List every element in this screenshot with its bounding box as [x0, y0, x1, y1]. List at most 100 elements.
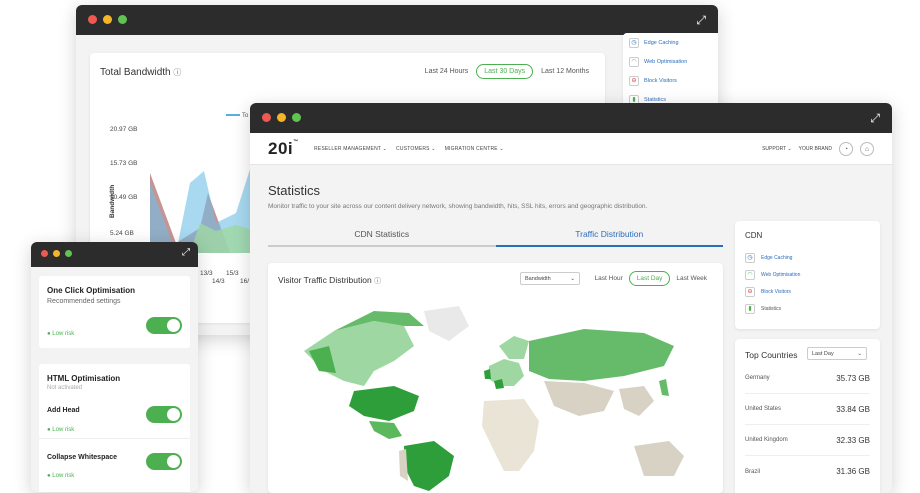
- country-row: Germany 35.73 GB: [745, 363, 870, 394]
- range-last-week[interactable]: Last Week: [676, 275, 707, 282]
- cdn-list: ◷ Edge Caching ◠ Web Optimisation ⊖ Block V…: [745, 249, 800, 317]
- html-opt-title: HTML Optimisation: [47, 374, 121, 383]
- side-item-edge-caching[interactable]: ◷ Edge Caching: [623, 33, 718, 52]
- country-row: Brazil 31.36 GB: [745, 467, 870, 476]
- nav-menu: RESELLER MANAGEMENT ⌄ CUSTOMERS ⌄ MIGRAT…: [314, 146, 504, 152]
- side-item-web-optimisation[interactable]: ◠ Web Optimisation: [623, 52, 718, 71]
- maximize-dot[interactable]: [292, 113, 301, 122]
- window-titlebar: ⤢: [76, 5, 718, 35]
- gauge-icon: ◠: [745, 269, 755, 280]
- minimize-dot[interactable]: [103, 15, 112, 24]
- maximize-dot[interactable]: [118, 15, 127, 24]
- brand-logo[interactable]: 20i™: [268, 139, 299, 159]
- risk-label: Low risk: [52, 427, 75, 433]
- region-australia[interactable]: [634, 441, 684, 476]
- one-click-title: One Click Optimisation: [47, 286, 136, 295]
- add-head-toggle[interactable]: [146, 406, 182, 423]
- chevron-down-icon: ⌄: [570, 276, 575, 282]
- cdn-item-block-visitors[interactable]: ⊖ Block Visitors: [745, 283, 800, 300]
- legend-label: To: [242, 113, 249, 119]
- top-nav: 20i™ RESELLER MANAGEMENT ⌄ CUSTOMERS ⌄ M…: [250, 133, 892, 165]
- region-central-asia[interactable]: [544, 381, 614, 416]
- block-icon: ⊖: [745, 286, 755, 297]
- one-click-card: One Click Optimisation Recommended setti…: [39, 276, 190, 348]
- side-item-block-visitors[interactable]: ⊖ Block Visitors: [623, 71, 718, 90]
- region-russia[interactable]: [529, 329, 674, 381]
- country-row: United States 33.84 GB: [745, 394, 870, 425]
- nav-reseller-management[interactable]: RESELLER MANAGEMENT ⌄: [314, 146, 387, 152]
- y-tick: 15.73 GB: [110, 160, 137, 167]
- add-head-label: Add Head: [47, 407, 80, 414]
- y-tick: 20.97 GB: [110, 126, 137, 133]
- one-click-subtitle: Recommended settings: [47, 298, 121, 305]
- metric-select[interactable]: Bandwidth ⌄: [520, 272, 580, 285]
- region-japan[interactable]: [659, 379, 669, 396]
- block-icon: ⊖: [629, 75, 639, 86]
- region-china[interactable]: [619, 386, 654, 416]
- region-greenland[interactable]: [424, 306, 469, 341]
- close-dot[interactable]: [88, 15, 97, 24]
- help-icon[interactable]: ⓘ: [374, 278, 381, 285]
- viz-title: Visitor Traffic Distribution: [278, 275, 372, 285]
- optimisation-window: ⤢ One Click Optimisation Recommended set…: [31, 242, 198, 492]
- user-icon[interactable]: ◔: [839, 142, 853, 156]
- nav-migration-centre[interactable]: MIGRATION CENTRE ⌄: [445, 146, 504, 152]
- region-united-kingdom[interactable]: [484, 369, 491, 379]
- close-dot[interactable]: [262, 113, 271, 122]
- basket-icon[interactable]: ⌂: [860, 142, 874, 156]
- range-last-hour[interactable]: Last Hour: [595, 275, 623, 282]
- top-countries-card: Top Countries Last Day ⌄ Germany 35.73 GB…: [735, 339, 880, 493]
- y-tick: 5.24 GB: [110, 230, 134, 237]
- window-titlebar: ⤢: [31, 242, 198, 267]
- nav-customers[interactable]: CUSTOMERS ⌄: [396, 146, 436, 152]
- one-click-toggle[interactable]: [146, 317, 182, 334]
- stats-tabs: CDN Statistics Traffic Distribution: [268, 223, 723, 247]
- bar-chart-icon: ▮: [745, 303, 755, 314]
- page-title: Statistics: [268, 183, 321, 198]
- minimize-dot[interactable]: [277, 113, 286, 122]
- minimize-dot[interactable]: [53, 250, 60, 257]
- w1-cdn-list: ◷ Edge Caching ◠ Web Optimisation ⊖ Block V…: [623, 33, 718, 113]
- cdn-item-web-optimisation[interactable]: ◠ Web Optimisation: [745, 266, 800, 283]
- risk-label: Low risk: [52, 473, 75, 479]
- html-opt-status: Not activated: [47, 385, 83, 391]
- region-usa[interactable]: [349, 386, 419, 421]
- collapse-whitespace-label: Collapse Whitespace: [47, 454, 118, 461]
- countries-range-select[interactable]: Last Day ⌄: [807, 347, 867, 360]
- y-axis-label: Bandwidth: [109, 185, 116, 218]
- cdn-title: CDN: [745, 231, 763, 240]
- risk-label: Low risk: [52, 331, 75, 337]
- close-dot[interactable]: [41, 250, 48, 257]
- window-titlebar: ⤢: [250, 103, 892, 133]
- nav-support[interactable]: SUPPORT ⌄: [762, 146, 792, 152]
- region-africa[interactable]: [482, 399, 539, 471]
- clock-icon: ◷: [745, 252, 755, 263]
- region-mexico[interactable]: [369, 421, 402, 439]
- expand-icon[interactable]: ⤢: [696, 13, 706, 28]
- cdn-item-edge-caching[interactable]: ◷ Edge Caching: [745, 249, 800, 266]
- region-brazil[interactable]: [404, 441, 454, 491]
- toggle-knob: [167, 319, 180, 332]
- expand-icon[interactable]: ⤢: [182, 247, 190, 258]
- cdn-item-statistics[interactable]: ▮ Statistics: [745, 300, 800, 317]
- divider: [39, 438, 190, 439]
- tab-traffic-distribution[interactable]: Traffic Distribution: [495, 223, 723, 247]
- cdn-card: CDN ◷ Edge Caching ◠ Web Optimisation ⊖ Blo…: [735, 221, 880, 329]
- range-last-day[interactable]: Last Day: [628, 271, 671, 286]
- tab-cdn-statistics[interactable]: CDN Statistics: [268, 223, 496, 247]
- country-row: United Kingdom 32.33 GB: [745, 425, 870, 456]
- html-optimisation-card: HTML Optimisation Not activated Add Head…: [39, 364, 190, 492]
- maximize-dot[interactable]: [65, 250, 72, 257]
- toggle-knob: [167, 408, 180, 421]
- expand-icon[interactable]: ⤢: [870, 111, 880, 126]
- nav-your-brand[interactable]: YOUR BRAND: [799, 146, 832, 152]
- collapse-whitespace-toggle[interactable]: [146, 453, 182, 470]
- toggle-knob: [167, 455, 180, 468]
- world-map[interactable]: [294, 291, 704, 491]
- visitor-traffic-card: Visitor Traffic Distribution ⓘ Bandwidth…: [268, 263, 723, 493]
- x-tick: 13/3: [200, 270, 213, 277]
- region-scandinavia[interactable]: [499, 336, 529, 359]
- x-tick: 16/: [240, 278, 249, 285]
- top-countries-title: Top Countries: [745, 350, 798, 360]
- x-tick: 15/3: [226, 270, 239, 277]
